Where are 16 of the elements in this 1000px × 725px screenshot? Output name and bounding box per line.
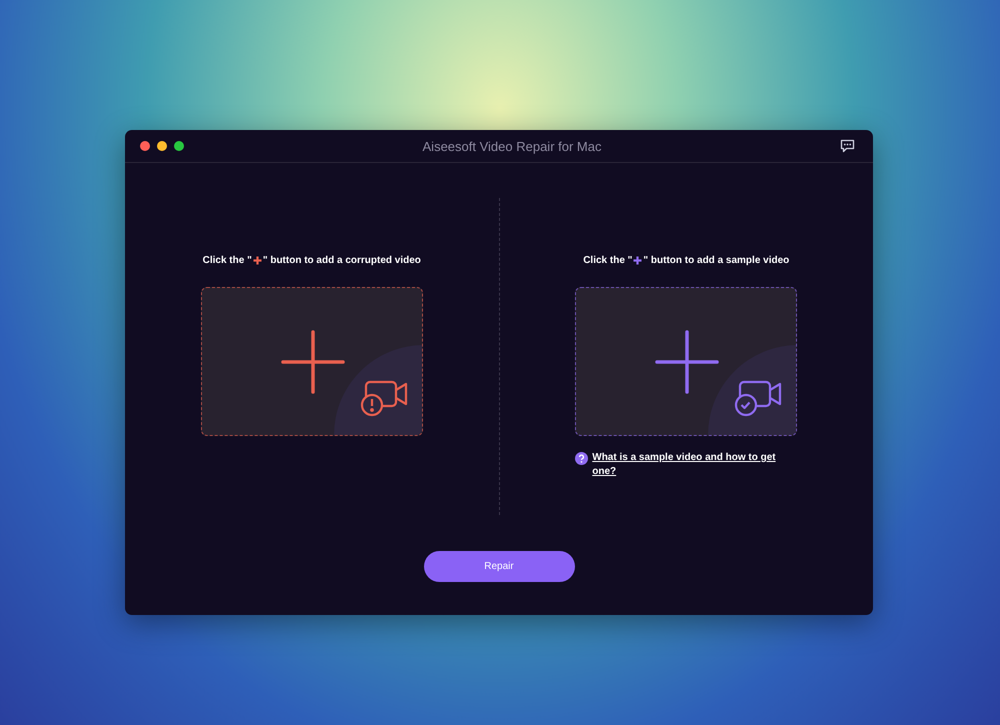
plus-icon (655, 330, 720, 394)
instruction-text: " button to add a sample video (643, 254, 790, 266)
repair-button[interactable]: Repair (424, 551, 574, 582)
minimize-button[interactable] (157, 141, 167, 151)
add-video-dropzone[interactable] (575, 287, 798, 436)
instruction-text: Click the " (202, 254, 252, 266)
instruction-text: " button to add a corrupted video (262, 254, 421, 266)
close-button[interactable] (140, 141, 150, 151)
help-link[interactable]: What is a sample video and how to get one? (592, 451, 782, 479)
chat-bubble-icon[interactable] (840, 139, 855, 153)
plus-icon (280, 330, 345, 394)
instruction-text: Click the " (583, 254, 632, 266)
question-mark-icon (575, 452, 588, 465)
window-title: Aiseesoft Video Repair for Mac (422, 138, 602, 154)
add-video-dropzone[interactable] (200, 287, 423, 436)
zoom-button[interactable] (174, 141, 184, 151)
